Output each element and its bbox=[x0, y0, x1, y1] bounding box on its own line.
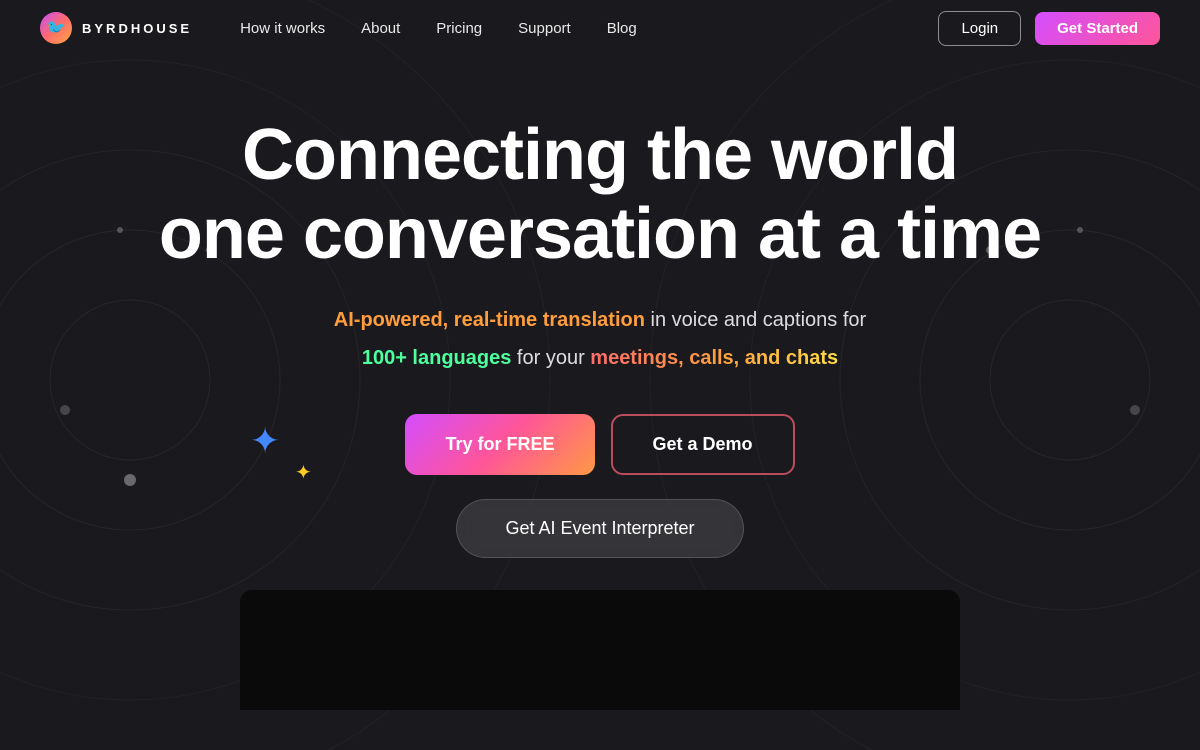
logo: 🐦 BYRDHOUSE bbox=[40, 12, 192, 44]
nav-right: Login Get Started bbox=[938, 11, 1160, 46]
try-free-button[interactable]: Try for FREE bbox=[405, 414, 594, 475]
nav-links: How it works About Pricing Support Blog bbox=[240, 20, 938, 37]
get-demo-button[interactable]: Get a Demo bbox=[611, 414, 795, 475]
nav-how-it-works[interactable]: How it works bbox=[240, 20, 325, 37]
nav-blog[interactable]: Blog bbox=[607, 20, 637, 37]
hero-title-line2: one conversation at a time bbox=[159, 195, 1041, 274]
event-interpreter-button[interactable]: Get AI Event Interpreter bbox=[456, 499, 743, 558]
subtitle-text-1: in voice and captions for bbox=[651, 309, 867, 331]
navbar: 🐦 BYRDHOUSE How it works About Pricing S… bbox=[0, 0, 1200, 56]
logo-icon: 🐦 bbox=[40, 12, 72, 44]
hero-subtitle: AI-powered, real-time translation in voi… bbox=[334, 304, 866, 336]
subtitle-text-2: for your bbox=[517, 347, 590, 369]
subtitle-highlight-platforms: meetings, calls, and chats bbox=[590, 347, 838, 369]
hero-subtitle2: 100+ languages for your meetings, calls,… bbox=[362, 342, 838, 374]
subtitle-highlight-translation: AI-powered, real-time translation bbox=[334, 309, 645, 331]
subtitle-highlight-languages: 100+ languages bbox=[362, 347, 512, 369]
hero-title-line1: Connecting the world bbox=[242, 116, 958, 195]
nav-about[interactable]: About bbox=[361, 20, 400, 37]
logo-text: BYRDHOUSE bbox=[82, 21, 192, 36]
sparkle-blue-icon: ✦ bbox=[250, 420, 280, 462]
login-button[interactable]: Login bbox=[938, 11, 1021, 46]
sparkle-yellow-icon: ✦ bbox=[295, 460, 312, 485]
hero-section: Connecting the world one conversation at… bbox=[0, 56, 1200, 590]
cta-buttons: Try for FREE Get a Demo bbox=[405, 414, 794, 475]
nav-pricing[interactable]: Pricing bbox=[436, 20, 482, 37]
nav-support[interactable]: Support bbox=[518, 20, 571, 37]
get-started-button[interactable]: Get Started bbox=[1035, 12, 1160, 45]
video-placeholder bbox=[240, 590, 960, 710]
